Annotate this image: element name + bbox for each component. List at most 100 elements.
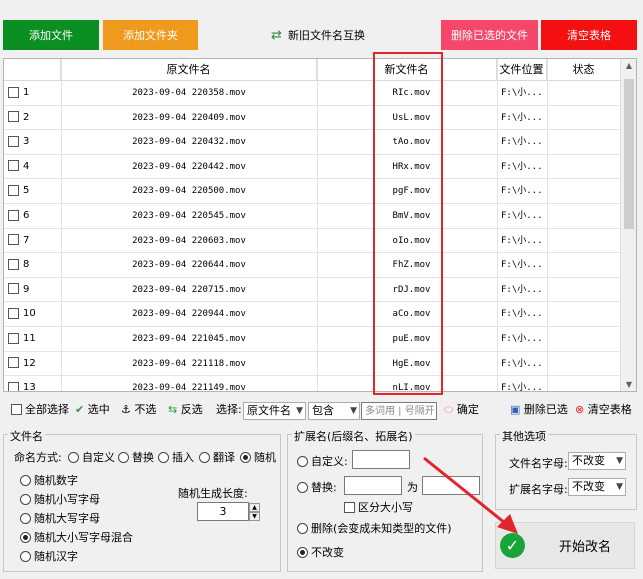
file-location-cell: F:\小... — [501, 309, 543, 320]
unselect-button[interactable]: ⚓ 不选 — [121, 401, 156, 419]
ext-replace-radio[interactable]: 替换: — [297, 479, 337, 495]
table-row[interactable]: 5 2023-09-04 220500.mov pgF.mov F:\小... — [4, 179, 621, 204]
new-name-highlight-box — [373, 52, 443, 395]
select-button[interactable]: ✔ 选中 — [75, 401, 110, 419]
random-digits-radio[interactable]: 随机数字 — [20, 472, 78, 488]
add-file-button[interactable]: 添加文件 — [3, 20, 99, 50]
table-row[interactable]: 6 2023-09-04 220545.mov BmV.mov F:\小... — [4, 204, 621, 229]
mode-insert-radio[interactable]: 插入 — [158, 449, 194, 465]
clear-table-small-button[interactable]: ⊗ 清空表格 — [575, 401, 632, 419]
ext-delete-radio[interactable]: 删除(会变成未知类型的文件) — [297, 520, 452, 536]
file-location-cell: F:\小... — [501, 161, 543, 172]
delete-selected-files-button[interactable]: 删除已选的文件 — [441, 20, 538, 50]
row-checkbox[interactable]: 4 — [8, 155, 60, 179]
choose-label: 选择: — [216, 403, 242, 416]
row-checkbox[interactable]: 13 — [8, 376, 60, 391]
original-name-cell: 2023-09-04 220358.mov — [132, 88, 246, 98]
table-row[interactable]: 12 2023-09-04 221118.mov HgE.mov F:\小... — [4, 352, 621, 377]
invert-button[interactable]: ⇆ 反选 — [168, 401, 203, 419]
case-sensitive-checkbox[interactable]: 区分大小写 — [344, 499, 413, 515]
stepper-down-icon[interactable]: ▼ — [249, 512, 260, 521]
table-row[interactable]: 1 2023-09-04 220358.mov RIc.mov F:\小... — [4, 81, 621, 106]
mode-translate-radio[interactable]: 翻译 — [199, 449, 235, 465]
row-checkbox[interactable]: 1 — [8, 81, 60, 105]
ext-replace-for-label: 为 — [407, 481, 418, 494]
table-row[interactable]: 3 2023-09-04 220432.mov tAo.mov F:\小... — [4, 130, 621, 155]
header-original-name[interactable]: 原文件名 — [61, 59, 317, 81]
file-location-cell: F:\小... — [501, 334, 543, 344]
confirm-icon: ⬭ — [444, 403, 454, 416]
random-lowercase-radio[interactable]: 随机小写字母 — [20, 491, 100, 507]
table-row[interactable]: 9 2023-09-04 220715.mov rDJ.mov F:\小... — [4, 278, 621, 303]
mode-custom-radio[interactable]: 自定义 — [68, 449, 115, 465]
vertical-scrollbar[interactable]: ▲ ▼ — [620, 59, 636, 391]
table-row[interactable]: 4 2023-09-04 220442.mov HRx.mov F:\小... — [4, 155, 621, 180]
row-checkbox[interactable]: 10 — [8, 302, 60, 326]
chevron-down-icon: ▼ — [616, 456, 623, 466]
random-length-stepper[interactable]: 3 ▲ ▼ — [197, 502, 260, 521]
random-uppercase-radio[interactable]: 随机大写字母 — [20, 510, 100, 526]
mode-replace-radio[interactable]: 替换 — [118, 449, 154, 465]
row-checkbox[interactable]: 2 — [8, 106, 60, 130]
other-options-group — [495, 434, 637, 510]
field-select[interactable]: 原文件名 ▼ — [243, 402, 306, 420]
stepper-up-icon[interactable]: ▲ — [249, 503, 260, 512]
table-row[interactable]: 7 2023-09-04 220603.mov oIo.mov F:\小... — [4, 229, 621, 254]
original-name-cell: 2023-09-04 220442.mov — [132, 161, 246, 172]
name-case-label: 文件名字母: — [509, 457, 568, 470]
other-options-title: 其他选项 — [500, 428, 548, 444]
ext-custom-radio[interactable]: 自定义: — [297, 453, 348, 469]
ext-case-select[interactable]: 不改变 ▼ — [568, 478, 626, 496]
table-row[interactable]: 13 2023-09-04 221149.mov nLI.mov F:\小... — [4, 376, 621, 392]
random-length-label: 随机生成长度: — [178, 487, 248, 500]
table-row[interactable]: 11 2023-09-04 221045.mov puE.mov F:\小... — [4, 327, 621, 352]
row-checkbox[interactable]: 5 — [8, 179, 60, 203]
scroll-thumb[interactable] — [624, 79, 634, 229]
row-checkbox[interactable]: 12 — [8, 352, 60, 376]
scroll-up-icon[interactable]: ▲ — [621, 61, 636, 70]
add-folder-button[interactable]: 添加文件夹 — [103, 20, 198, 50]
name-case-select[interactable]: 不改变 ▼ — [568, 452, 626, 470]
confirm-button[interactable]: ⬭ 确定 — [444, 401, 479, 419]
random-mixed-case-radio[interactable]: 随机大小写字母混合 — [20, 529, 133, 545]
original-name-cell: 2023-09-04 220432.mov — [132, 137, 246, 148]
ext-custom-input[interactable] — [352, 450, 410, 469]
start-rename-label: 开始改名 — [559, 540, 612, 555]
row-checkbox[interactable]: 11 — [8, 327, 60, 351]
row-checkbox[interactable]: 9 — [8, 278, 60, 302]
scroll-down-icon[interactable]: ▼ — [621, 380, 636, 389]
ext-replace-to-input[interactable] — [422, 476, 480, 495]
original-name-cell: 2023-09-04 221045.mov — [132, 334, 246, 344]
select-all-checkbox[interactable]: 全部选择 — [11, 401, 69, 419]
table-header: 原文件名 新文件名 文件位置 状态 — [4, 59, 621, 81]
row-checkbox[interactable]: 3 — [8, 130, 60, 154]
start-rename-button[interactable]: ✓ 开始改名 — [495, 522, 635, 569]
table-row[interactable]: 2 2023-09-04 220409.mov UsL.mov F:\小... — [4, 106, 621, 131]
row-checkbox[interactable]: 6 — [8, 204, 60, 228]
filename-group-title: 文件名 — [8, 428, 45, 444]
filter-input[interactable]: 多词用 | 号隔开 — [361, 402, 437, 420]
match-select[interactable]: 包含 ▼ — [308, 402, 360, 420]
header-file-location[interactable]: 文件位置 — [497, 59, 547, 81]
ext-replace-from-input[interactable] — [344, 476, 402, 495]
row-checkbox[interactable]: 7 — [8, 229, 60, 253]
delete-selected-button[interactable]: ▣ 删除已选 — [510, 401, 568, 419]
swap-names-button[interactable]: ⇄ 新旧文件名互换 — [266, 20, 370, 50]
original-name-cell: 2023-09-04 220603.mov — [132, 235, 246, 246]
mode-random-radio[interactable]: 随机 — [240, 449, 276, 465]
original-name-cell: 2023-09-04 221149.mov — [132, 383, 246, 392]
file-location-cell: F:\小... — [501, 186, 543, 197]
close-circle-icon: ⊗ — [575, 403, 585, 416]
table-row[interactable]: 8 2023-09-04 220644.mov FhZ.mov F:\小... — [4, 253, 621, 278]
chevron-down-icon: ▼ — [296, 406, 303, 416]
chevron-down-icon: ▼ — [616, 482, 623, 492]
ext-no-change-radio[interactable]: 不改变 — [297, 544, 344, 560]
random-chinese-radio[interactable]: 随机汉字 — [20, 548, 78, 564]
header-status[interactable]: 状态 — [547, 59, 621, 81]
original-name-cell: 2023-09-04 221118.mov — [132, 358, 246, 369]
table-row[interactable]: 10 2023-09-04 220944.mov aCo.mov F:\小... — [4, 302, 621, 327]
original-name-cell: 2023-09-04 220545.mov — [132, 211, 246, 221]
clear-table-button[interactable]: 清空表格 — [541, 20, 637, 50]
file-location-cell: F:\小... — [501, 88, 543, 98]
row-checkbox[interactable]: 8 — [8, 253, 60, 277]
